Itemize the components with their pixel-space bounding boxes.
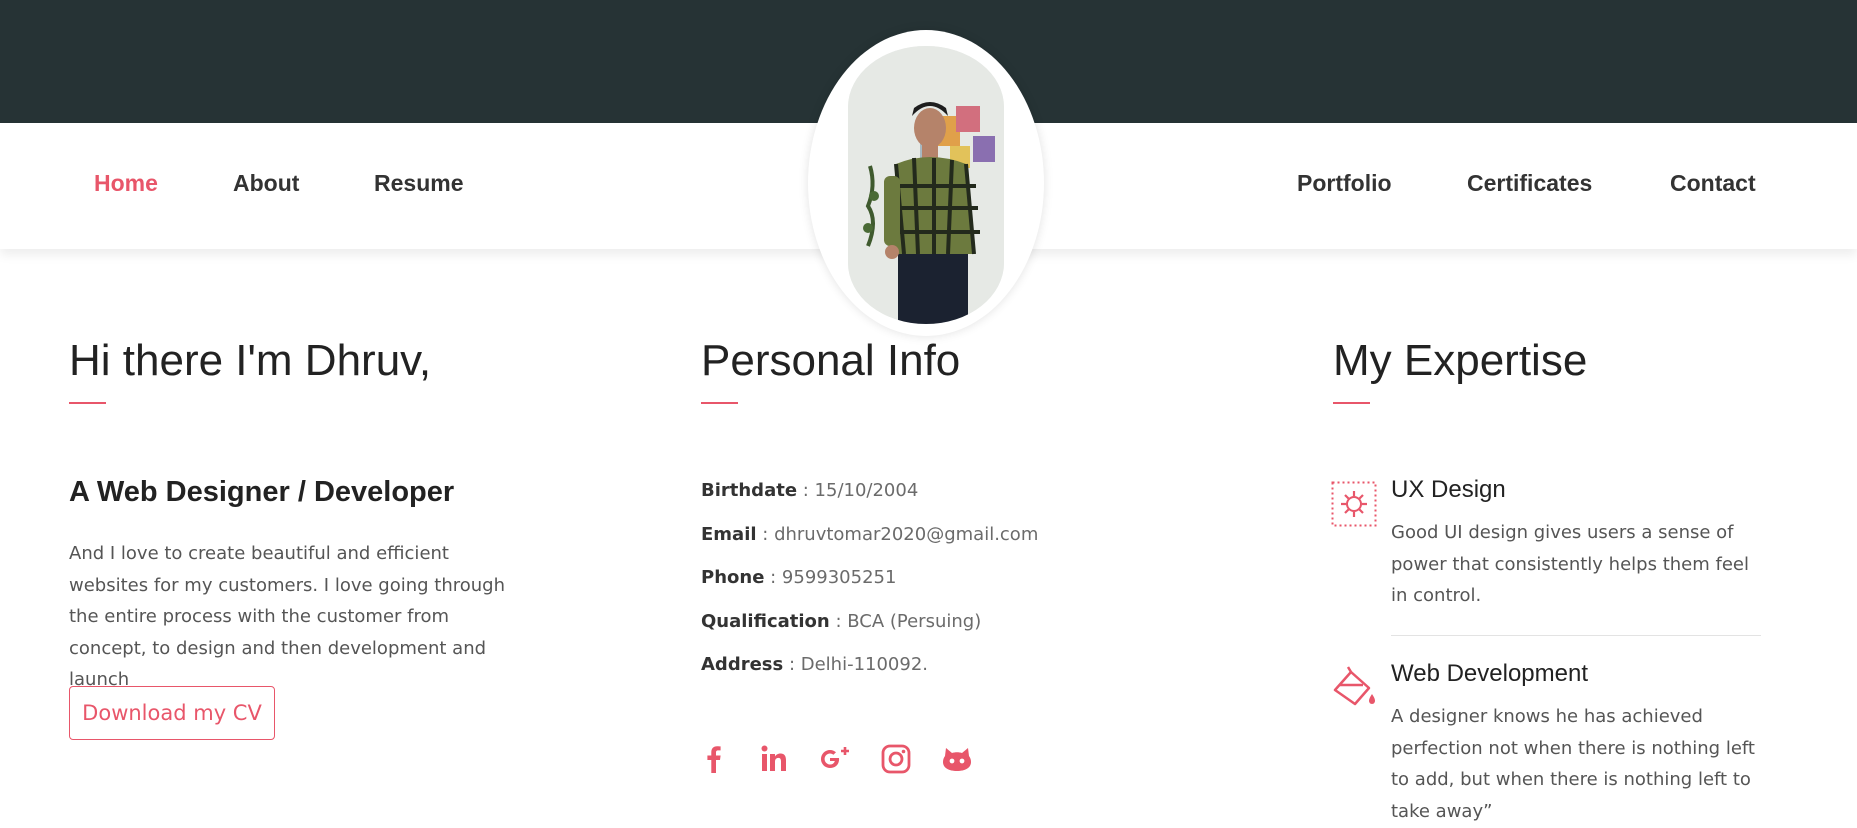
info-row-qualification: Qualification : BCA (Persuing) [701, 611, 981, 632]
info-row-phone: Phone : 9599305251 [701, 567, 896, 588]
expertise-title-web-development: Web Development [1391, 660, 1588, 687]
personal-info-heading: Personal Info [701, 336, 961, 385]
info-row-email: Email : dhruvtomar2020@gmail.com [701, 524, 1038, 545]
paint-bucket-icon [1331, 664, 1377, 710]
info-row-address: Address : Delhi-110092. [701, 654, 928, 675]
nav-about[interactable]: About [233, 170, 299, 197]
intro-heading-underline [69, 402, 106, 404]
personal-info-heading-underline [701, 402, 738, 404]
info-label-address: Address [701, 654, 784, 675]
info-value-phone: 9599305251 [781, 567, 897, 588]
expertise-divider [1391, 635, 1761, 636]
info-separator: : [764, 567, 782, 588]
expertise-title-ux-design: UX Design [1391, 476, 1506, 503]
download-cv-button[interactable]: Download my CV [69, 686, 275, 740]
github-icon[interactable] [940, 742, 974, 776]
instagram-icon[interactable] [879, 742, 913, 776]
expertise-heading-underline [1333, 402, 1370, 404]
info-label-birthdate: Birthdate [701, 480, 798, 501]
expertise-desc-ux-design: Good UI design gives users a sense of po… [1391, 522, 1749, 606]
nav-portfolio[interactable]: Portfolio [1297, 170, 1392, 197]
nav-home[interactable]: Home [94, 170, 158, 197]
linkedin-icon[interactable] [757, 742, 791, 776]
intro-heading: Hi there I'm Dhruv, [69, 336, 432, 385]
info-separator: : [756, 524, 775, 545]
info-label-email: Email [701, 524, 757, 545]
expertise-desc-web-development: A designer knows he has achieved perfect… [1391, 706, 1755, 822]
expertise-heading: My Expertise [1333, 336, 1588, 385]
info-separator: : [797, 480, 815, 501]
profile-photo [848, 46, 1004, 324]
nav-contact[interactable]: Contact [1670, 170, 1756, 197]
info-label-qualification: Qualification [701, 611, 830, 632]
intro-bio: And I love to create beautiful and effic… [69, 543, 506, 690]
info-value-birthdate: 15/10/2004 [814, 480, 919, 501]
info-value-qualification: BCA (Persuing) [847, 611, 982, 632]
facebook-icon[interactable] [697, 742, 731, 776]
profile-photo-image [848, 46, 1004, 324]
nav-resume[interactable]: Resume [374, 170, 463, 197]
google-plus-icon[interactable] [818, 742, 852, 776]
info-separator: : [829, 611, 848, 632]
info-label-phone: Phone [701, 567, 765, 588]
info-value-address: Delhi-110092. [800, 654, 929, 675]
info-separator: : [783, 654, 801, 675]
intro-subheading: A Web Designer / Developer [69, 476, 455, 508]
gear-icon [1331, 481, 1377, 527]
info-value-email: dhruvtomar2020@gmail.com [774, 524, 1039, 545]
info-row-birthdate: Birthdate : 15/10/2004 [701, 480, 918, 501]
profile-avatar [808, 30, 1044, 336]
nav-certificates[interactable]: Certificates [1467, 170, 1592, 197]
